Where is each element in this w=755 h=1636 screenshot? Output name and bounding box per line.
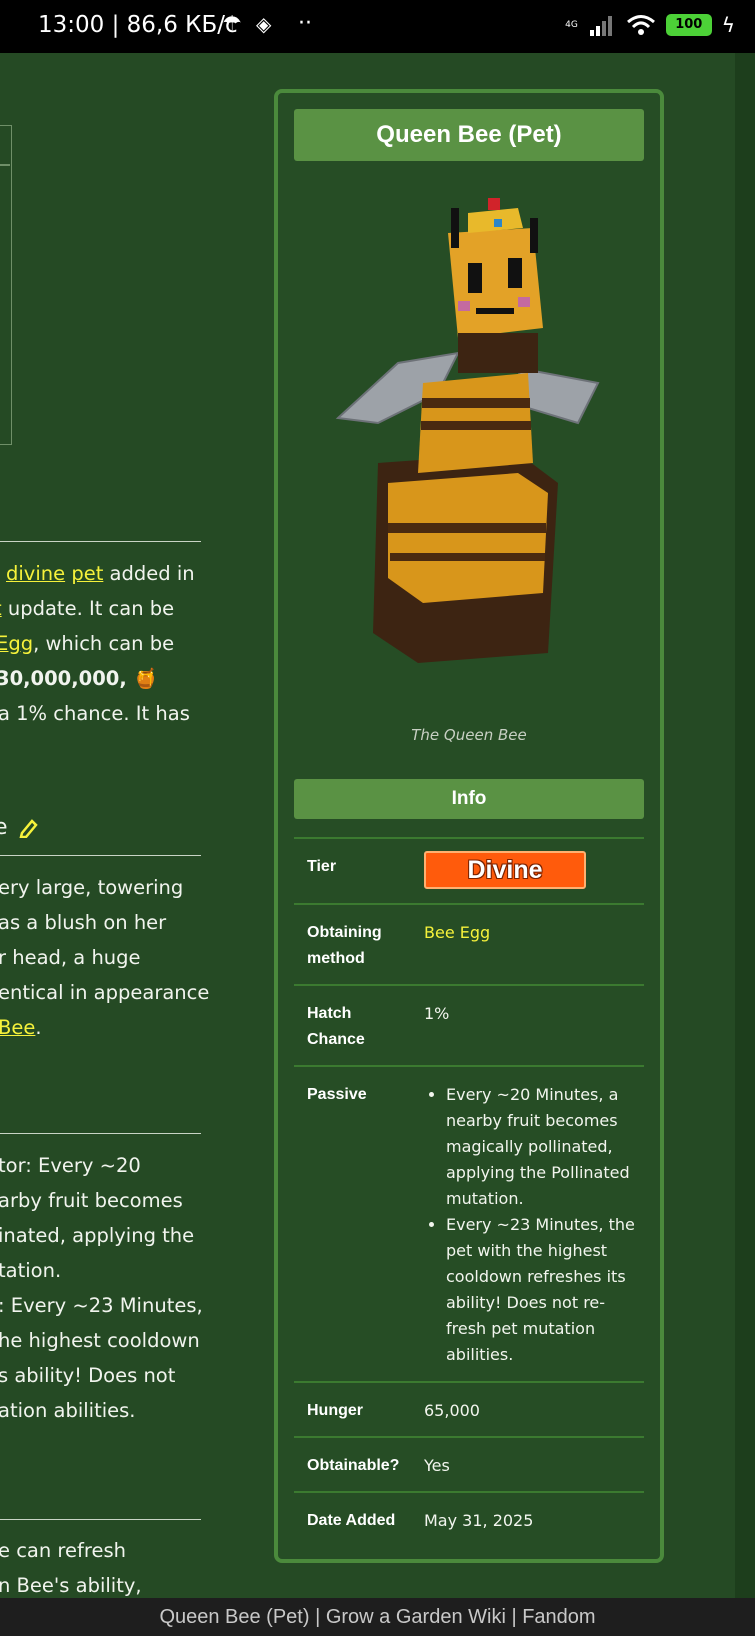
link-bee[interactable]: Bee <box>0 1016 35 1039</box>
row-obtaining: Obtaining method Bee Egg <box>294 903 644 984</box>
wifi-icon <box>626 15 655 35</box>
row-value: May 31, 2025 <box>424 1511 534 1530</box>
divider <box>0 541 201 542</box>
article-text: inated, applying the <box>0 1224 195 1247</box>
row-hunger: Hunger 65,000 <box>294 1381 644 1436</box>
article-text: r head, a huge <box>0 946 141 969</box>
passive-list: Every ~20 Minutes, a nearby fruit become… <box>430 1082 635 1368</box>
link-update[interactable]: t <box>0 597 2 620</box>
link-bee-egg[interactable]: Egg <box>0 632 33 655</box>
honey-icon: 🍯 <box>133 667 158 690</box>
row-value: 1% <box>424 1004 450 1023</box>
row-label: Hunger <box>307 1402 363 1419</box>
status-bar: 13:00 | 86,6 КБ/с ☂ ◈ ·· 4G 100 ϟ <box>0 0 755 53</box>
row-label: Tier <box>307 858 337 875</box>
info-section-header: Info <box>294 779 644 819</box>
row-tier: Tier Divine <box>294 837 644 903</box>
article-price: 30,000,000 <box>0 667 120 690</box>
link-bee-egg-info[interactable]: Bee Egg <box>424 920 490 946</box>
row-label: Passive <box>307 1086 367 1103</box>
row-obtainable: Obtainable? Yes <box>294 1436 644 1491</box>
cropped-box <box>0 125 12 445</box>
row-value: 65,000 <box>424 1401 480 1420</box>
article-text: e can refresh <box>0 1539 126 1562</box>
article-text: arby fruit becomes <box>0 1189 183 1212</box>
row-label: Obtaining method <box>307 924 382 967</box>
article-text: a 1% chance. It has <box>0 702 190 725</box>
image-caption: The Queen Bee <box>411 726 527 744</box>
passive-item: Every ~20 Minutes, a nearby fruit become… <box>446 1082 635 1212</box>
article-text: ery large, towering <box>0 876 184 899</box>
divider <box>0 855 201 856</box>
row-value: Yes <box>424 1456 450 1475</box>
article-text: tation. <box>0 1259 62 1282</box>
network-type: 4G <box>565 19 578 30</box>
row-label: Hatch Chance <box>307 1005 365 1048</box>
battery-icon: 100 <box>665 14 712 36</box>
article-text: as a blush on her <box>0 911 167 934</box>
link-pet[interactable]: pet <box>71 562 103 585</box>
article-text: , which can be <box>33 632 175 655</box>
infobox-title: Queen Bee (Pet) <box>294 109 644 161</box>
layers-icon: ◈ <box>256 12 272 36</box>
infobox: Queen Bee (Pet) The Queen Bee Info Tier … <box>274 89 664 1563</box>
article-text: he highest cooldown <box>0 1329 200 1352</box>
edit-pencil-icon[interactable] <box>18 816 40 838</box>
row-hatch-chance: Hatch Chance 1% <box>294 984 644 1065</box>
page-title-bar[interactable]: Queen Bee (Pet) | Grow a Garden Wiki | F… <box>0 1598 755 1636</box>
passive-item: Every ~23 Minutes, the pet with the high… <box>446 1212 635 1368</box>
article-text: tor: Every ~20 <box>0 1154 141 1177</box>
link-divine[interactable]: divine <box>6 562 65 585</box>
section-heading-crop: e <box>0 815 8 840</box>
tier-badge[interactable]: Divine <box>424 851 586 889</box>
status-time: 13:00 | 86,6 КБ/с <box>38 12 238 38</box>
scroll-strip[interactable] <box>735 53 755 1598</box>
divider <box>0 1519 201 1520</box>
divider <box>0 1133 201 1134</box>
article-text: : Every ~23 Minutes, <box>0 1294 203 1317</box>
article-text: update. It can be <box>7 597 175 620</box>
queen-bee-image[interactable] <box>318 193 618 673</box>
umbrella-icon: ☂ <box>222 12 242 37</box>
article-text: n Bee's ability, <box>0 1574 142 1597</box>
row-date-added: Date Added May 31, 2025 <box>294 1491 644 1546</box>
article-text: entical in appearance <box>0 981 210 1004</box>
article-text: added in <box>109 562 195 585</box>
more-dots-icon: ·· <box>298 11 312 36</box>
row-label: Date Added <box>307 1512 396 1529</box>
signal-icon <box>589 16 612 36</box>
row-passive: Passive Every ~20 Minutes, a nearby frui… <box>294 1065 644 1381</box>
article-text: s ability! Does not <box>0 1364 176 1387</box>
row-label: Obtainable? <box>307 1457 400 1474</box>
charging-icon: ϟ <box>721 13 735 37</box>
article-text: ation abilities. <box>0 1399 136 1422</box>
article-content: divine pet added in t update. It can be … <box>0 53 210 1598</box>
